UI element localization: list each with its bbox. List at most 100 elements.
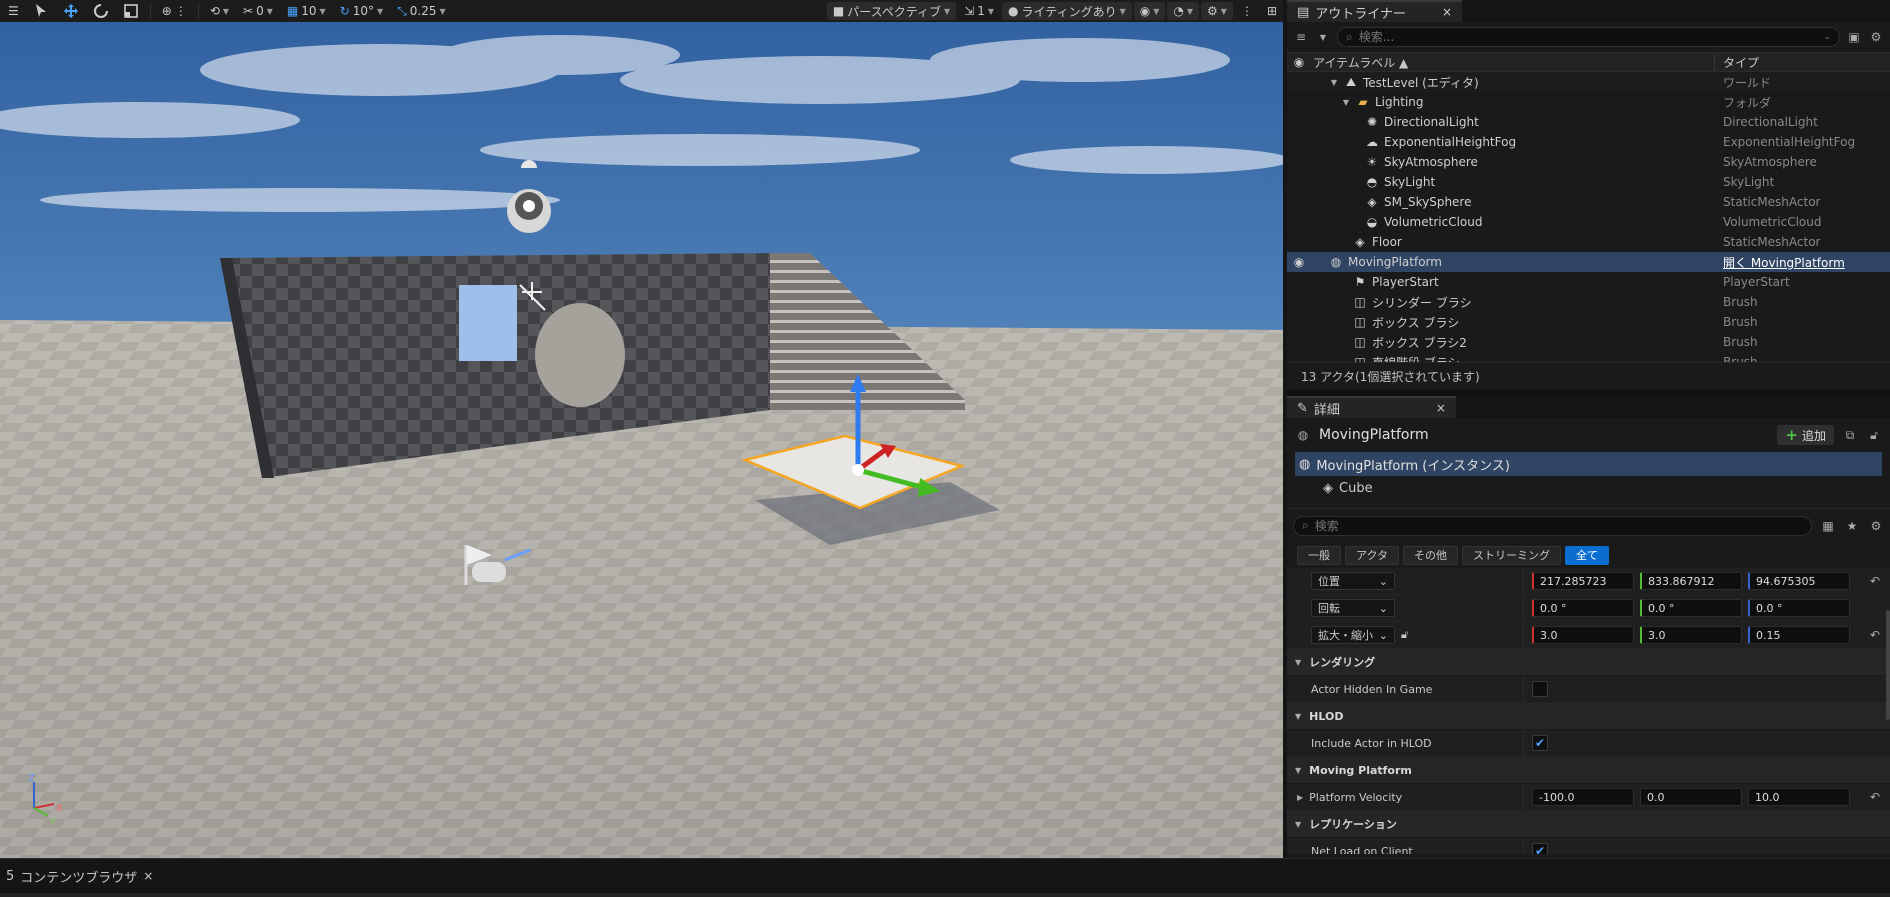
outliner-row-directionallight[interactable]: ✺ DirectionalLight DirectionalLight: [1287, 112, 1890, 132]
eye-icon[interactable]: ◉: [1287, 55, 1311, 69]
viewport-layout-button[interactable]: ⊞: [1261, 1, 1283, 21]
grid-snap-button[interactable]: ▦ 10 ▼: [281, 1, 332, 21]
table-view-icon[interactable]: ▦: [1820, 518, 1836, 534]
expand-triangle-icon[interactable]: ▼: [1329, 78, 1339, 87]
details-tab[interactable]: ✎ 詳細 ×: [1287, 396, 1456, 418]
category-rendering[interactable]: ▼ レンダリング: [1287, 649, 1890, 676]
filter-all[interactable]: 全て: [1565, 545, 1610, 565]
settings-button[interactable]: ⚙ ▼: [1201, 2, 1233, 20]
filter-misc[interactable]: その他: [1403, 545, 1459, 565]
component-instance-row[interactable]: ◍ MovingPlatform (インスタンス): [1295, 452, 1882, 476]
filter-actor[interactable]: アクタ: [1345, 545, 1400, 565]
outliner-row-skyatmosphere[interactable]: ☀ SkyAtmosphere SkyAtmosphere: [1287, 152, 1890, 172]
include-hlod-checkbox[interactable]: ✔: [1532, 735, 1548, 751]
filter-icon[interactable]: ≡: [1293, 29, 1309, 45]
rotation-dropdown[interactable]: 回転 ⌄: [1311, 599, 1395, 617]
expand-triangle-icon[interactable]: ▶: [1297, 793, 1303, 802]
scale-snap-button[interactable]: ⤡ 0.25 ▼: [391, 1, 451, 21]
rotate-tool-button[interactable]: [87, 1, 115, 21]
outliner-search-input[interactable]: [1358, 30, 1818, 44]
actor-name[interactable]: MovingPlatform: [1319, 427, 1769, 443]
gear-icon[interactable]: ⚙: [1868, 29, 1884, 45]
outliner-tab[interactable]: ▤ アウトライナー ×: [1287, 0, 1463, 22]
rotation-snap-button[interactable]: ↻ 10° ▼: [334, 1, 390, 21]
perspective-button[interactable]: ■ パースペクティブ ▼: [826, 2, 957, 20]
filter-general[interactable]: 一般: [1297, 545, 1341, 565]
show-flags-button[interactable]: ◉ ▼: [1133, 2, 1166, 20]
viewport-options-button[interactable]: ⋮: [1235, 1, 1259, 21]
column-type[interactable]: タイプ: [1715, 54, 1759, 71]
outliner-search[interactable]: ⌕ ⌄: [1337, 27, 1840, 47]
location-z-field[interactable]: 94.675305: [1748, 572, 1850, 590]
outliner-row-floor[interactable]: ◈ Floor StaticMeshActor: [1287, 232, 1890, 252]
reset-arrow-icon[interactable]: ↶: [1870, 574, 1880, 588]
surface-snap-button[interactable]: ⟲ ▼: [204, 1, 235, 21]
outliner-row-skylight[interactable]: ◓ SkyLight SkyLight: [1287, 172, 1890, 192]
scale-x-field[interactable]: 3.0: [1532, 626, 1634, 644]
outliner-row-movingplatform[interactable]: ◉ ◍ MovingPlatform 開く MovingPlatform: [1287, 252, 1890, 272]
eye-icon[interactable]: ◉: [1287, 255, 1311, 269]
select-tool-button[interactable]: [27, 1, 55, 21]
close-icon[interactable]: ×: [143, 869, 153, 883]
lock-icon[interactable]: 🔓︎: [1866, 427, 1882, 443]
outliner-row-skysphere[interactable]: ◈ SM_SkySphere StaticMeshActor: [1287, 192, 1890, 212]
lock-icon[interactable]: 🔓︎: [1401, 628, 1408, 642]
chevron-down-icon[interactable]: ⌄: [1823, 32, 1831, 42]
details-search-input[interactable]: [1314, 518, 1803, 533]
velocity-y-field[interactable]: 0.0: [1640, 788, 1742, 806]
world-local-button[interactable]: ⊕ ⋮: [156, 1, 193, 21]
outliner-row-fog[interactable]: ☁ ExponentialHeightFog ExponentialHeightF…: [1287, 132, 1890, 152]
location-y-field[interactable]: 833.867912: [1640, 572, 1742, 590]
rotation-y-field[interactable]: 0.0 °: [1640, 599, 1742, 617]
details-search[interactable]: ⌕: [1293, 515, 1812, 536]
add-folder-icon[interactable]: ▣: [1846, 29, 1862, 45]
scale-tool-button[interactable]: [117, 1, 145, 21]
lighting-mode-button[interactable]: ● ライティングあり ▼: [1002, 2, 1132, 20]
outliner-row-lighting[interactable]: ▼ ▰ Lighting フォルダ: [1287, 92, 1890, 112]
outliner-row-box-brush[interactable]: ◫ ボックス ブラシ Brush: [1287, 312, 1890, 332]
outliner-row-volumetriccloud[interactable]: ◒ VolumetricCloud VolumetricCloud: [1287, 212, 1890, 232]
content-browser-tab[interactable]: 5 コンテンツブラウザ ×: [0, 865, 159, 887]
scale-dropdown[interactable]: 拡大・縮小 ⌄: [1311, 626, 1395, 644]
chevron-down-icon[interactable]: ▼: [1315, 29, 1331, 45]
close-icon[interactable]: ×: [1436, 401, 1446, 415]
outliner-row-stair-brush[interactable]: ◫ 直線階段 ブラシ Brush: [1287, 352, 1890, 362]
reset-arrow-icon[interactable]: ↶: [1870, 790, 1880, 804]
blueprint-icon[interactable]: ⧉: [1842, 427, 1858, 443]
location-x-field[interactable]: 217.285723: [1532, 572, 1634, 590]
rotation-z-field[interactable]: 0.0 °: [1748, 599, 1850, 617]
scene-render[interactable]: Z X Y: [0, 0, 1283, 858]
camera-speed-button[interactable]: ⇲ 1 ▼: [958, 1, 1000, 21]
scale-y-field[interactable]: 3.0: [1640, 626, 1742, 644]
net-load-checkbox[interactable]: ✔: [1532, 843, 1548, 854]
reset-arrow-icon[interactable]: ↶: [1870, 628, 1880, 642]
outliner-row-cylinder-brush[interactable]: ◫ シリンダー ブラシ Brush: [1287, 292, 1890, 312]
snap-angle-button[interactable]: ✂ 0 ▼: [237, 1, 279, 21]
close-icon[interactable]: ×: [1442, 5, 1452, 19]
open-blueprint-link[interactable]: 開く MovingPlatform: [1715, 254, 1845, 271]
filter-streaming[interactable]: ストリーミング: [1462, 545, 1562, 565]
outliner-row-testlevel[interactable]: ▼ ⛰ TestLevel (エディタ) ワールド: [1287, 72, 1890, 92]
category-replication[interactable]: ▼ レプリケーション: [1287, 811, 1890, 838]
rotation-x-field[interactable]: 0.0 °: [1532, 599, 1634, 617]
hamburger-button[interactable]: ☰: [2, 1, 25, 21]
category-hlod[interactable]: ▼ HLOD: [1287, 703, 1890, 730]
scalability-button[interactable]: ◔ ▼: [1167, 2, 1200, 20]
star-icon[interactable]: ★: [1844, 518, 1860, 534]
velocity-x-field[interactable]: -100.0: [1532, 788, 1634, 806]
gear-icon[interactable]: ⚙: [1868, 518, 1884, 534]
expand-triangle-icon[interactable]: ▼: [1341, 98, 1351, 107]
level-viewport[interactable]: Z X Y ☰ ⊕ ⋮ ⟲ ▼ ✂ 0 ▼ ▦ 10 ▼ ↻ 10° ▼ ⤡ 0.25 ▼ ■ パース…: [0, 0, 1283, 858]
column-item-label[interactable]: アイテムラベル ▲: [1311, 53, 1715, 71]
outliner-row-box-brush-2[interactable]: ◫ ボックス ブラシ2 Brush: [1287, 332, 1890, 352]
actor-hidden-checkbox[interactable]: [1532, 681, 1548, 697]
category-moving-platform[interactable]: ▼ Moving Platform: [1287, 757, 1890, 784]
scale-z-field[interactable]: 0.15: [1748, 626, 1850, 644]
move-tool-button[interactable]: [57, 1, 85, 21]
add-component-button[interactable]: + 追加: [1777, 425, 1834, 445]
outliner-row-playerstart[interactable]: ⚑ PlayerStart PlayerStart: [1287, 272, 1890, 292]
velocity-z-field[interactable]: 10.0: [1748, 788, 1850, 806]
component-cube-row[interactable]: ◈ Cube: [1287, 476, 1890, 500]
location-dropdown[interactable]: 位置 ⌄: [1311, 572, 1395, 590]
details-scrollbar[interactable]: [1886, 610, 1890, 720]
